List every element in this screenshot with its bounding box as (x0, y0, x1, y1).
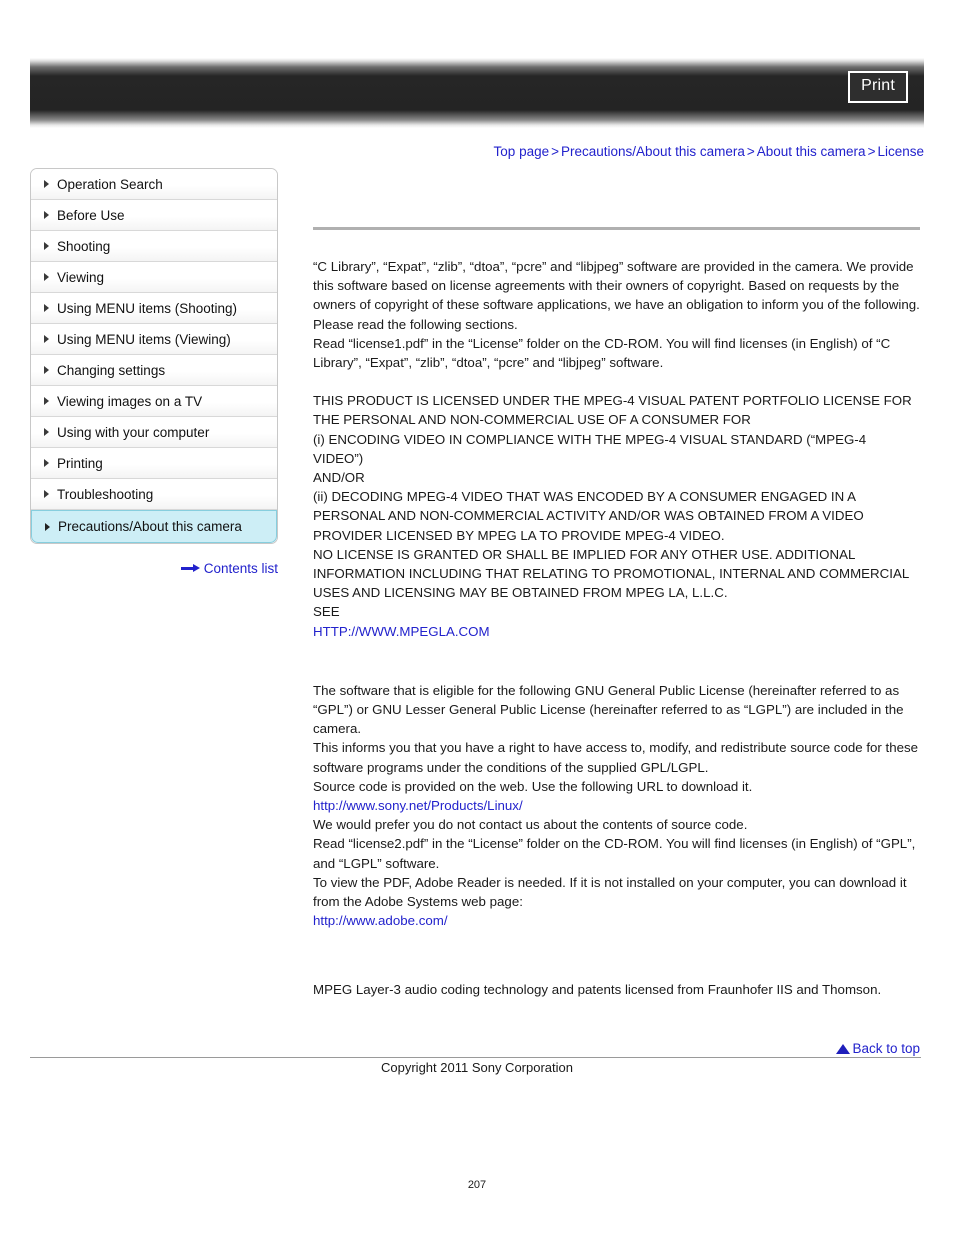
mpeg4-paragraph: THIS PRODUCT IS LICENSED UNDER THE MPEG-… (313, 393, 912, 620)
main-content: “C Library”, “Expat”, “zlib”, “dtoa”, “p… (313, 168, 920, 999)
sidebar-item-label: Printing (57, 456, 103, 471)
breadcrumb-item-license[interactable]: License (877, 144, 924, 159)
sidebar-item-using-menu-items-shooting[interactable]: Using MENU items (Shooting) (31, 293, 277, 324)
contents-list-label: Contents list (203, 561, 278, 576)
sidebar-item-label: Operation Search (57, 177, 163, 192)
print-button-label: Print (861, 77, 895, 94)
breadcrumb-item-about-this-camera[interactable]: About this camera (757, 144, 866, 159)
breadcrumb-separator: > (746, 144, 755, 159)
triangle-bullet-icon (44, 335, 49, 343)
gpl-paragraph-2: We would prefer you do not contact us ab… (313, 817, 916, 910)
page-number: 207 (467, 1179, 487, 1191)
triangle-up-icon (836, 1044, 851, 1054)
triangle-bullet-icon (44, 459, 49, 467)
breadcrumb-item-precautions[interactable]: Precautions/About this camera (561, 144, 745, 159)
sidebar-item-label: Using MENU items (Viewing) (57, 332, 231, 347)
print-button[interactable]: Print (848, 71, 908, 103)
header-banner: Print (30, 58, 924, 128)
license-paragraph: “C Library”, “Expat”, “zlib”, “dtoa”, “p… (313, 259, 920, 371)
sidebar-item-troubleshooting[interactable]: Troubleshooting (31, 479, 277, 510)
sidebar-item-label: Shooting (57, 239, 111, 254)
copyright-text: Copyright 2011 Sony Corporation (381, 1060, 573, 1075)
breadcrumb-item-top-page[interactable]: Top page (494, 144, 550, 159)
triangle-bullet-icon (44, 304, 49, 312)
triangle-bullet-icon (44, 273, 49, 281)
gpl-paragraph-1: The software that is eligible for the fo… (313, 682, 919, 794)
triangle-bullet-icon (44, 490, 49, 498)
triangle-bullet-icon (44, 366, 49, 374)
sidebar-item-changing-settings[interactable]: Changing settings (31, 355, 277, 386)
sidebar-item-label: Using MENU items (Shooting) (57, 301, 238, 316)
sidebar-item-shooting[interactable]: Shooting (31, 231, 277, 262)
mpegla-link[interactable]: HTTP://WWW.MPEGLA.COM (313, 622, 490, 641)
triangle-bullet-icon (44, 428, 49, 436)
sidebar-item-viewing-images-on-a-tv[interactable]: Viewing images on a TV (31, 386, 277, 417)
sidebar-item-label: Viewing (57, 270, 105, 285)
sidebar-item-label: Troubleshooting (57, 487, 154, 502)
contents-list-link[interactable]: Contents list (30, 560, 278, 578)
content-divider (313, 227, 920, 230)
triangle-bullet-icon (45, 522, 50, 531)
sidebar-item-printing[interactable]: Printing (31, 448, 277, 479)
breadcrumb: Top page > Precautions/About this camera > A… (494, 143, 924, 161)
triangle-bullet-icon (44, 211, 49, 219)
mp3-paragraph: MPEG Layer-3 audio coding technology and… (313, 981, 882, 997)
sidebar-item-before-use[interactable]: Before Use (31, 200, 277, 231)
sidebar-navigation: Operation Search Before Use Shooting Vie… (30, 168, 278, 544)
sidebar-item-label: Using with your computer (57, 425, 210, 440)
breadcrumb-separator: > (867, 144, 876, 159)
sidebar-item-label: Viewing images on a TV (57, 394, 203, 409)
sidebar-item-label: Before Use (57, 208, 125, 223)
sidebar-item-viewing[interactable]: Viewing (31, 262, 277, 293)
footer-divider (30, 1057, 921, 1058)
breadcrumb-separator: > (551, 144, 559, 159)
back-to-top-label: Back to top (852, 1041, 920, 1056)
triangle-bullet-icon (44, 180, 49, 188)
triangle-bullet-icon (44, 397, 49, 405)
back-to-top-link[interactable]: Back to top (836, 1040, 920, 1058)
sidebar-item-precautions-about-this-camera[interactable]: Precautions/About this camera (31, 510, 277, 543)
sidebar-item-using-menu-items-viewing[interactable]: Using MENU items (Viewing) (31, 324, 277, 355)
arrow-right-icon (180, 564, 200, 572)
sidebar-item-using-with-your-computer[interactable]: Using with your computer (31, 417, 277, 448)
sidebar-item-label: Precautions/About this camera (58, 519, 242, 534)
sony-linux-link[interactable]: http://www.sony.net/Products/Linux/ (313, 796, 523, 815)
sidebar-item-operation-search[interactable]: Operation Search (31, 169, 277, 200)
adobe-link[interactable]: http://www.adobe.com/ (313, 911, 448, 930)
sidebar-item-label: Changing settings (57, 363, 166, 378)
triangle-bullet-icon (44, 242, 49, 250)
